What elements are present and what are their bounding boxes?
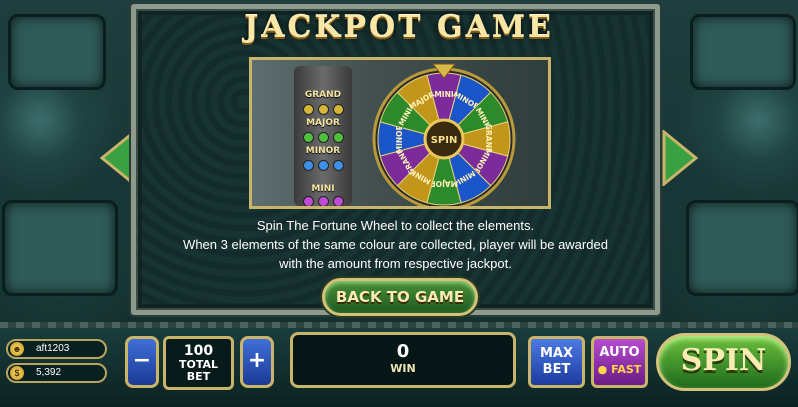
jackpot-illustration: GRAND MAJOR MINOR MINI MINI MINOR MINI GRAN… [249, 57, 551, 209]
stone-decoration [2, 200, 118, 296]
spin-button[interactable]: SPIN [656, 333, 791, 391]
description-line-3: with the amount from respective jackpot. [279, 256, 512, 271]
total-bet-value: 100 [183, 343, 214, 359]
grand-dots [294, 104, 352, 115]
max-label: MAX [539, 346, 574, 361]
increase-bet-button[interactable]: + [240, 336, 274, 388]
total-bet-label-2: BET [186, 370, 211, 383]
description-line-1: Spin The Fortune Wheel to collect the el… [256, 218, 535, 233]
total-bet-box: 100 TOTAL BET [163, 336, 234, 390]
arrow-right-icon[interactable] [662, 130, 698, 186]
win-value: 0 [396, 341, 410, 362]
user-icon: ☻ [10, 342, 24, 356]
auto-fast-button[interactable]: AUTO ● FAST [591, 336, 648, 388]
minor-label: MINOR [305, 146, 341, 156]
grand-label: GRAND [304, 90, 342, 100]
bar-strip [0, 322, 798, 328]
major-dots [294, 132, 352, 143]
minor-dots [294, 160, 352, 171]
max-bet-button[interactable]: MAX BET [528, 336, 585, 388]
back-to-game-button[interactable]: BACK TO GAME [322, 278, 478, 316]
balance-display: $ 5,392 [6, 363, 107, 383]
wheel-center-label: SPIN [431, 135, 458, 146]
stone-decoration [686, 200, 798, 296]
fortune-wheel: MINIMINORMINIGRANDMINORMINIMAJORMINIGRAN… [372, 63, 516, 206]
win-label: WIN [390, 362, 416, 375]
mini-label: MINI [311, 184, 335, 194]
fast-label: ● FAST [597, 363, 642, 376]
page-title: JACKPOT GAME [244, 10, 554, 45]
auto-label: AUTO [599, 345, 640, 360]
mini-dots [294, 196, 352, 206]
description-line-2: When 3 elements of the same colour are c… [183, 237, 608, 252]
bet-label: BET [542, 362, 571, 377]
wheel-segment-label: MINOR [395, 124, 404, 153]
wheel-segment-label: MAJOR [430, 179, 458, 188]
coin-icon: $ [10, 366, 24, 380]
major-label: MAJOR [306, 118, 340, 128]
jackpot-totem: GRAND MAJOR MINOR MINI [294, 66, 352, 206]
win-display: 0 WIN [290, 332, 516, 388]
username-display: ☻ aft1203 [6, 339, 107, 359]
decrease-bet-button[interactable]: − [125, 336, 159, 388]
wheel-segment-label: MINI [434, 90, 454, 99]
